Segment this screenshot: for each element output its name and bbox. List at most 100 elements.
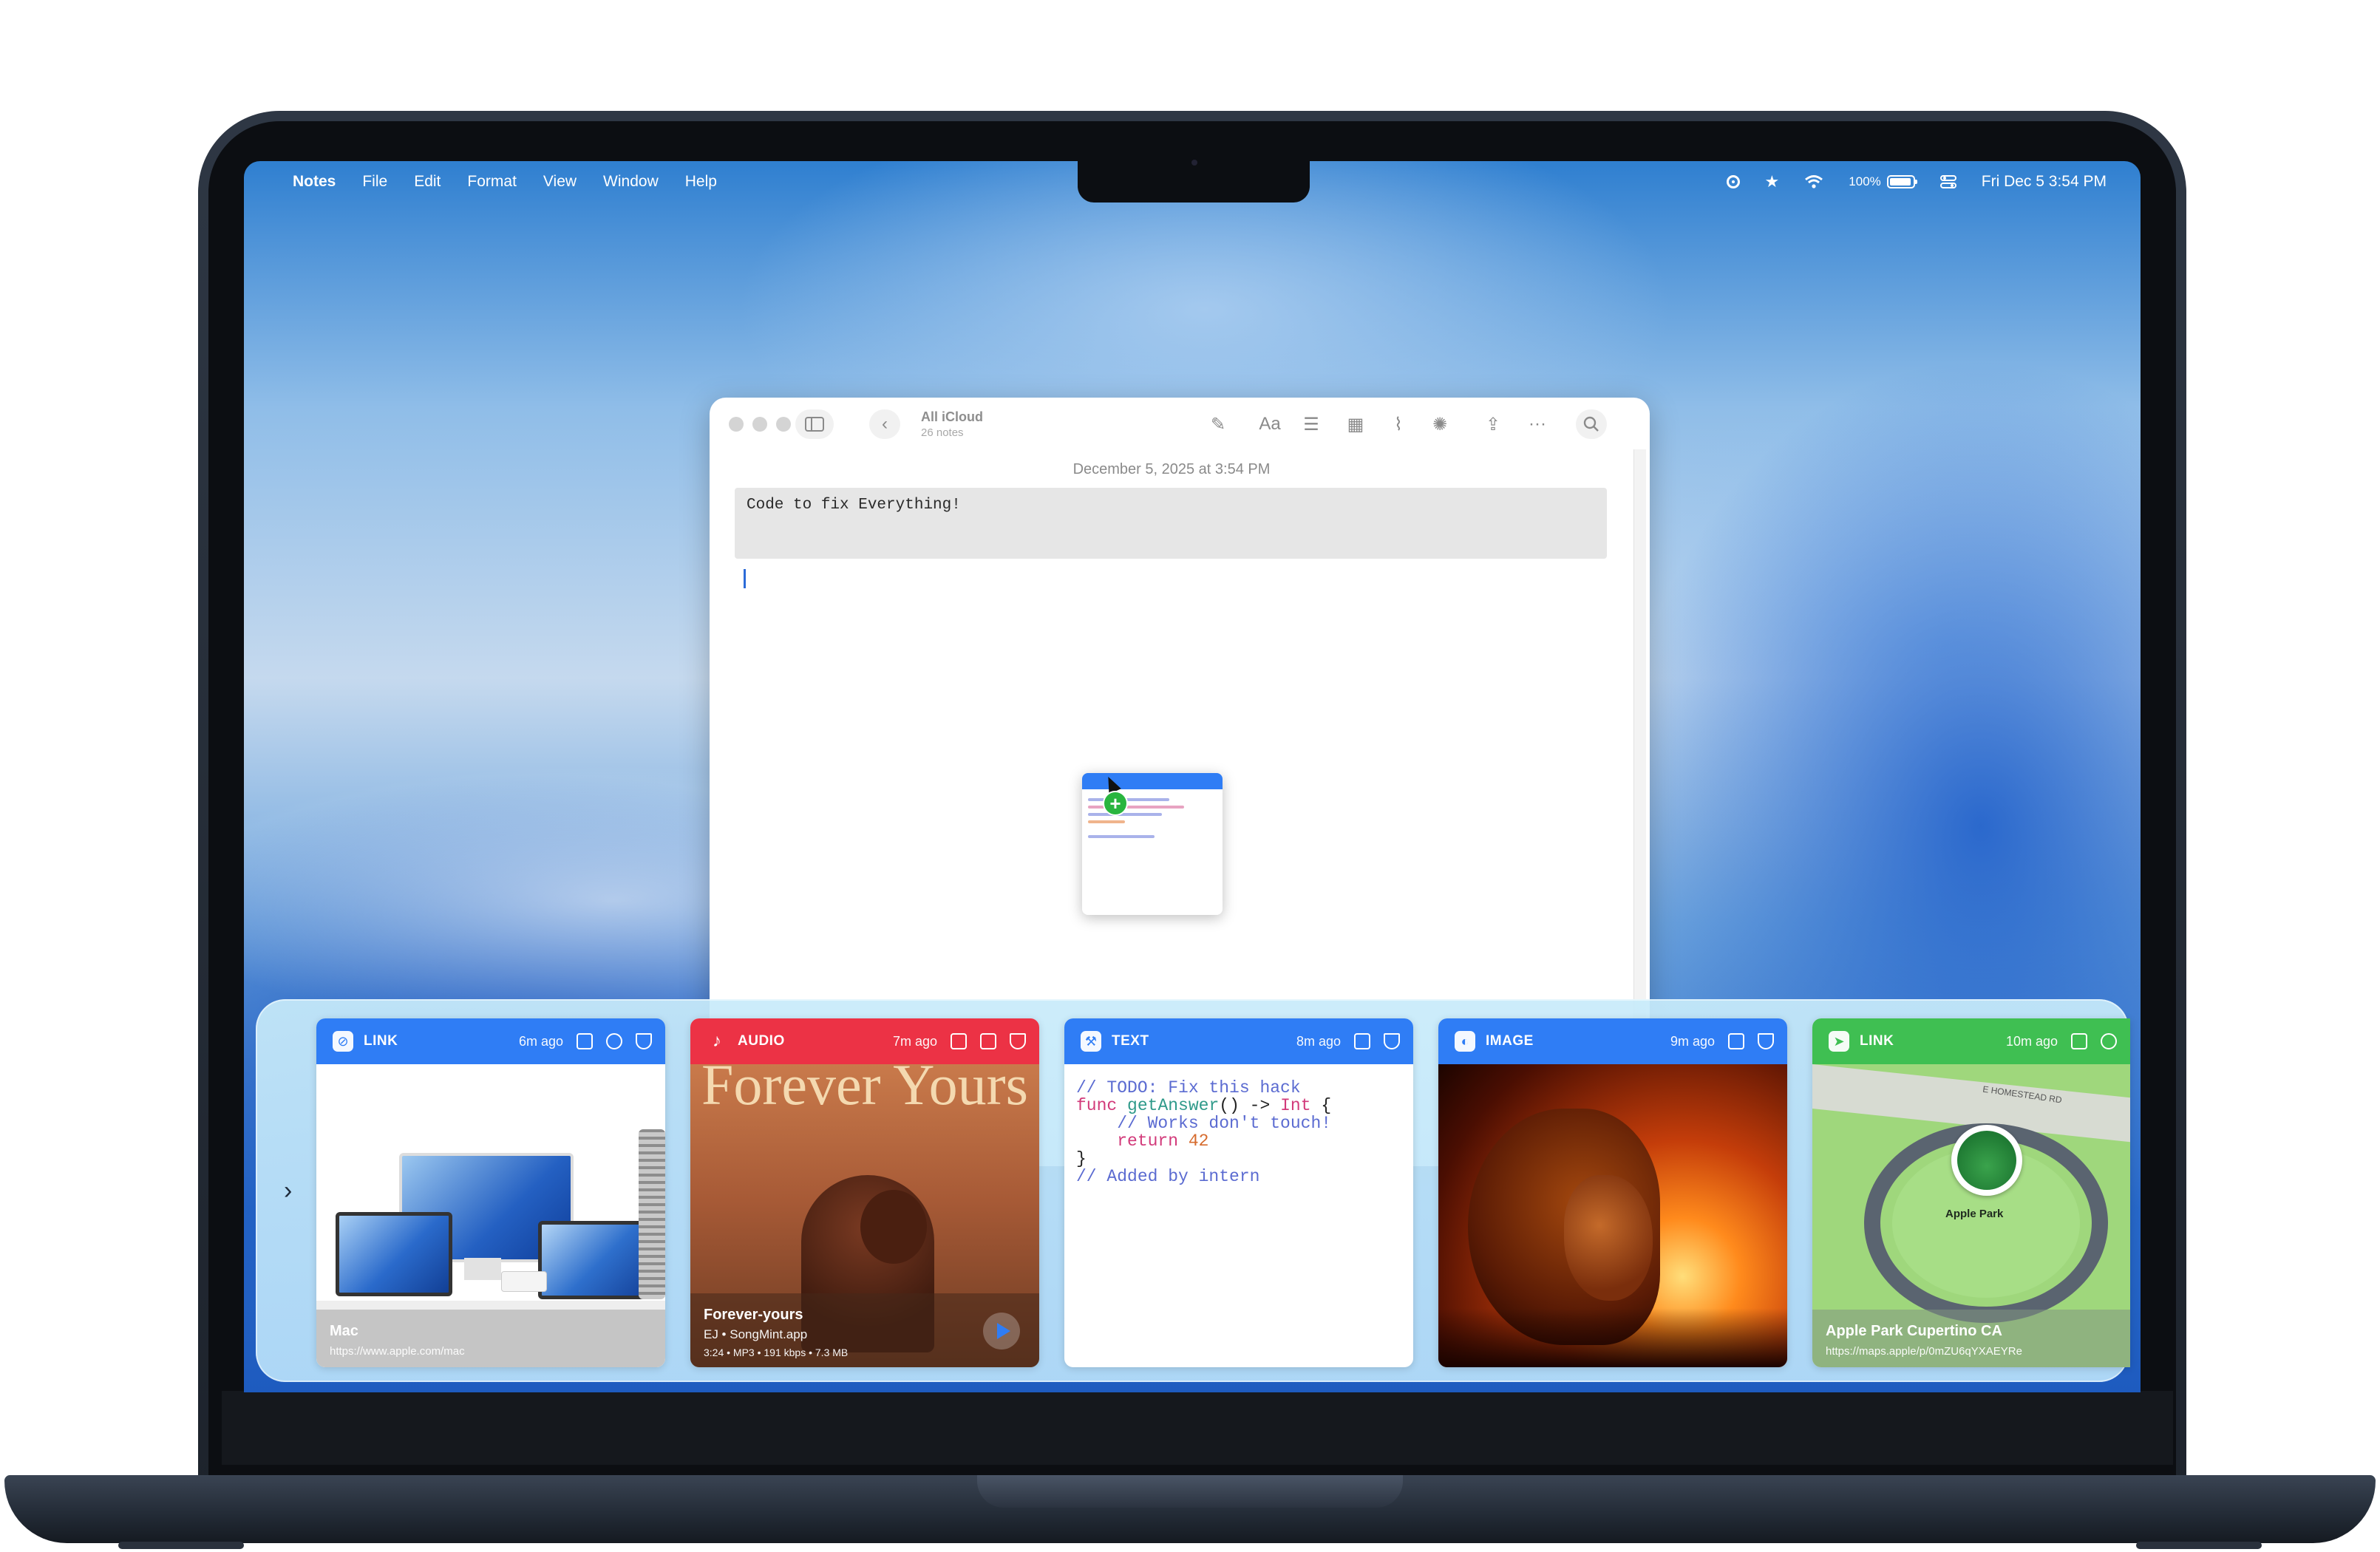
search-icon (1583, 416, 1599, 432)
compose-icon: ✎ (1210, 414, 1226, 435)
checklist-icon: ☰ (1303, 414, 1319, 435)
link-icon[interactable] (2101, 1033, 2117, 1049)
clip-card-image[interactable]: ◐ IMAGE 9m ago (1438, 1018, 1787, 1367)
window-controls (729, 417, 791, 432)
pin-icon[interactable] (1384, 1033, 1400, 1049)
card-header: ⊘ LINK 6m ago (316, 1018, 665, 1064)
menu-edit[interactable]: Edit (414, 173, 441, 191)
account-title: All iCloud (921, 409, 983, 424)
drag-preview-card[interactable] (1082, 773, 1223, 915)
media-button[interactable]: ✺ (1425, 409, 1455, 439)
share-button[interactable]: ⇪ (1478, 409, 1508, 439)
preview-icon: ◐ (1455, 1031, 1475, 1052)
pin-icon[interactable] (636, 1033, 652, 1049)
table-button[interactable]: ▦ (1341, 409, 1370, 439)
pin-icon[interactable] (1010, 1033, 1026, 1049)
laptop-foot-right (2136, 1542, 2262, 1549)
code-line: // Added by intern (1076, 1167, 1260, 1186)
attachment-button[interactable]: ⌇ (1384, 409, 1413, 439)
search-button[interactable] (1576, 409, 1607, 439)
chevron-right-icon[interactable]: › (284, 1177, 292, 1205)
more-button[interactable]: ··· (1521, 409, 1554, 439)
control-center-icon[interactable] (1939, 174, 1956, 189)
menu-clock[interactable]: Fri Dec 5 3:54 PM (1982, 173, 2107, 191)
menu-help[interactable]: Help (685, 173, 717, 191)
copy-plus-badge-icon: + (1103, 791, 1128, 816)
account-header: All iCloud 26 notes (921, 409, 983, 439)
map-place-label: Apple Park (1945, 1208, 2004, 1220)
code-line: } (1076, 1149, 1087, 1168)
back-button[interactable]: ‹ (869, 409, 900, 439)
card-url[interactable]: https://maps.apple/p/0mZU6qYXAEYRe (1826, 1345, 2022, 1358)
star-menu-icon[interactable]: ★ (1765, 172, 1780, 191)
laptop-foot-left (118, 1542, 244, 1549)
xcode-icon: ⚒ (1081, 1031, 1101, 1052)
play-button[interactable] (983, 1313, 1020, 1350)
card-title: Mac (330, 1323, 358, 1339)
card-footer: Forever-yours EJ • SongMint.app 3:24 • M… (690, 1293, 1039, 1367)
drag-preview-line (1088, 798, 1169, 801)
menu-window[interactable]: Window (603, 173, 659, 191)
maps-icon: ➤ (1829, 1031, 1849, 1052)
card-time: 6m ago (518, 1033, 563, 1049)
table-icon: ▦ (1347, 414, 1364, 435)
clip-card-link-mac[interactable]: ⊘ LINK 6m ago Mac https://www.apple.com/… (316, 1018, 665, 1367)
clipboard-panel: › ⊘ LINK 6m ago Mac https://www.apple.co… (256, 999, 2130, 1382)
pin-icon[interactable] (1758, 1033, 1774, 1049)
open-icon[interactable] (1354, 1033, 1370, 1049)
code-block-text: Code to fix Everything! (747, 497, 961, 514)
close-window-button[interactable] (729, 417, 744, 432)
open-icon[interactable] (1728, 1033, 1744, 1049)
code-line: // TODO: Fix this hack (1076, 1078, 1301, 1097)
wifi-icon[interactable] (1804, 174, 1823, 189)
card-type: IMAGE (1486, 1033, 1534, 1049)
link-icon[interactable] (606, 1033, 622, 1049)
zoom-window-button[interactable] (776, 417, 791, 432)
compose-button[interactable]: ✎ (1203, 409, 1233, 439)
card-footer: Mac https://www.apple.com/mac (316, 1310, 665, 1367)
chevron-left-icon: ‹ (882, 414, 888, 434)
media-icon: ✺ (1432, 414, 1448, 435)
drag-preview-line (1088, 813, 1162, 816)
open-icon[interactable] (951, 1033, 967, 1049)
clip-card-text[interactable]: ⚒ TEXT 8m ago // TODO: Fix this hack func… (1064, 1018, 1413, 1367)
card-time: 7m ago (892, 1033, 937, 1049)
map-pin[interactable] (1951, 1125, 2022, 1196)
laptop-hinge-notch (977, 1475, 1403, 1508)
battery-icon[interactable] (1886, 175, 1917, 188)
sidebar-toggle-button[interactable] (795, 409, 834, 439)
menu-file[interactable]: File (362, 173, 387, 191)
code-snippet: // TODO: Fix this hack func getAnswer() -… (1064, 1064, 1413, 1367)
code-line: return 42 (1076, 1131, 1209, 1151)
card-type: LINK (364, 1033, 398, 1049)
account-note-count: 26 notes (921, 426, 964, 439)
desktop-screen: Notes File Edit Format View Window Help … (244, 161, 2141, 1392)
open-icon[interactable] (577, 1033, 593, 1049)
card-url[interactable]: https://www.apple.com/mac (330, 1345, 465, 1358)
card-header: ➤ LINK 10m ago (1812, 1018, 2130, 1064)
safari-icon: ⊘ (333, 1031, 353, 1052)
checklist-button[interactable]: ☰ (1296, 409, 1326, 439)
app-menu-notes[interactable]: Notes (293, 173, 336, 191)
clip-card-link-maps[interactable]: ➤ LINK 10m ago E HOMESTEAD RD Apple Park… (1812, 1018, 2130, 1367)
card-title: Apple Park Cupertino CA (1826, 1323, 2002, 1339)
card-type: LINK (1860, 1033, 1894, 1049)
share-icon: ⇪ (1485, 414, 1501, 435)
ellipsis-icon: ··· (1529, 414, 1546, 434)
card-time: 10m ago (2005, 1033, 2058, 1049)
card-header: ◐ IMAGE 9m ago (1438, 1018, 1787, 1064)
clip-card-audio[interactable]: ♪ AUDIO 7m ago Forever Yours Forever-you… (690, 1018, 1039, 1367)
minimize-window-button[interactable] (752, 417, 767, 432)
format-button[interactable]: Aa (1252, 409, 1288, 439)
text-cursor (744, 569, 746, 588)
folder-icon[interactable] (980, 1033, 996, 1049)
drag-preview-line (1088, 835, 1155, 838)
music-note-icon: ♪ (713, 1031, 721, 1051)
record-status-icon[interactable] (1726, 175, 1740, 188)
open-icon[interactable] (2071, 1033, 2087, 1049)
menu-format[interactable]: Format (467, 173, 517, 191)
lion-sunset-image (1438, 1064, 1787, 1367)
menu-view[interactable]: View (543, 173, 577, 191)
laptop-chin (222, 1391, 2173, 1465)
note-code-block[interactable]: Code to fix Everything! (735, 488, 1607, 559)
